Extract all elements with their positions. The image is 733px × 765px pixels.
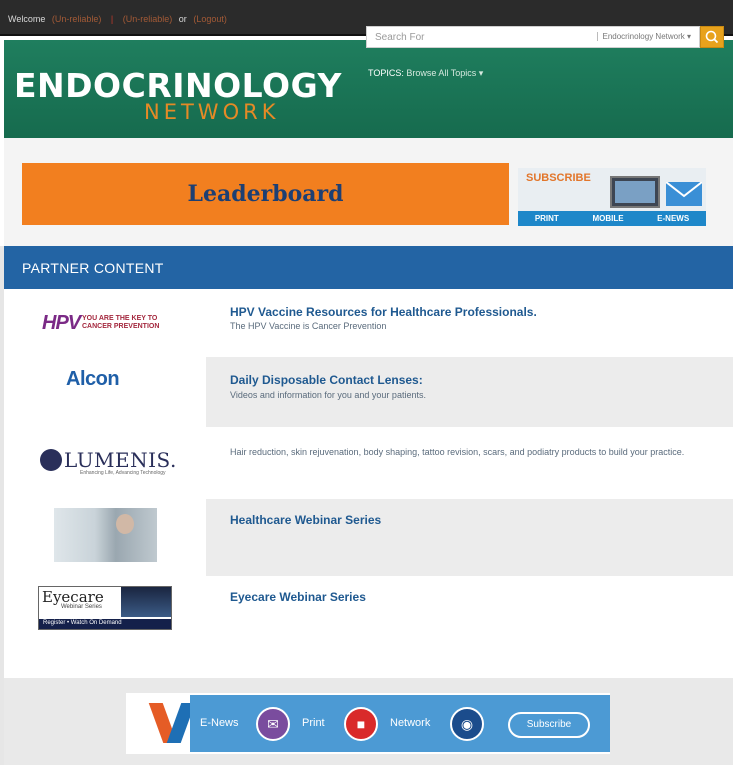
welcome-text: Welcome [8,14,46,24]
or-text: or [178,14,187,24]
enews-label[interactable]: E-News [200,717,239,729]
search-button[interactable] [700,26,724,48]
tablet-icon [610,176,660,208]
lumenis-logo-tagline: Enhancing Life, Advancing Technology [80,470,166,476]
eyecare-logo-subtitle: Webinar Series [61,604,102,610]
envelope-icon [665,181,703,206]
subscribe-button-label: Subscribe [526,719,572,730]
search-placeholder: Search For [375,32,425,43]
lumenis-logo[interactable]: LUMENIS. Enhancing Life, Advancing Techn… [40,443,177,476]
enews-panel: E-News ✉ Print ■ Network ◉ Subscribe [190,695,610,752]
leaderboard-ad[interactable]: Leaderboard [22,163,509,225]
search-icon [705,30,719,44]
hpv-logo-tagline: YOU ARE THE KEY TO CANCER PREVENTION [82,315,159,331]
welcome-line: Welcome (Un-reliable) | (Un-reliable) or… [8,14,231,24]
print-circle-button[interactable]: ■ [344,707,378,741]
subscribe-ad-title: SUBSCRIBE [526,172,591,184]
partner-row-hpv[interactable]: HPV Vaccine Resources for Healthcare Pro… [206,289,733,357]
topics-dropdown[interactable]: Browse All Topics ▾ [406,68,483,78]
account-link[interactable]: (Un-reliable) [52,14,102,24]
partner-row-title[interactable]: HPV Vaccine Resources for Healthcare Pro… [230,305,537,319]
hpv-logo-text: HPV [42,312,81,334]
subscribe-mobile: MOBILE [592,214,624,223]
alcon-logo[interactable]: Alcon [66,368,120,391]
partner-row-title[interactable]: Daily Disposable Contact Lenses: [230,373,423,387]
topics-label: TOPICS: [368,68,404,78]
topics-menu[interactable]: TOPICS: Browse All Topics ▾ [368,68,483,79]
eyecare-logo-bar: Register • Watch On Demand [39,619,171,629]
search-scope-select[interactable]: Endocrinology Network ▾ [596,32,691,41]
doctor-photo[interactable] [54,508,157,562]
subscribe-enews: E-NEWS [657,214,690,223]
print-label[interactable]: Print [302,717,325,729]
leaderboard-label: Leaderboard [187,181,344,207]
eyecare-logo-bar-text: Register • Watch On Demand [43,620,122,626]
eyecare-webinar-logo[interactable]: Eyecare Webinar Series Register • Watch … [38,586,172,630]
lumenis-logo-text: LUMENIS. [64,448,177,472]
subscribe-ad-bar: PRINT MOBILE E-NEWS [518,211,706,226]
search-input[interactable]: Search For Endocrinology Network ▾ [366,26,700,48]
hpv-logo-mark: HPV [42,312,81,335]
separator: | [110,14,114,24]
network-label[interactable]: Network [390,717,430,729]
hpv-tagline-line-2: CANCER PREVENTION [82,323,160,330]
enews-circle-button[interactable]: ✉ [256,707,290,741]
globe-icon: ◉ [460,716,474,732]
site-header: ENDOCRINOLOGY NETWORK [4,40,733,138]
subscribe-button[interactable]: Subscribe [508,712,590,738]
partner-row-title[interactable]: Eyecare Webinar Series [230,590,366,604]
network-x-logo [148,701,196,745]
hpv-logo[interactable]: HPV YOU ARE THE KEY TO CANCER PREVENTION [42,312,172,334]
partner-row-healthcare-webinar[interactable]: Healthcare Webinar Series [206,499,733,576]
lumenis-logo-mark [40,449,62,471]
site-logo-secondary[interactable]: NETWORK [144,100,279,124]
partner-row-description: The HPV Vaccine is Cancer Prevention [230,321,387,331]
partner-content-title: PARTNER CONTENT [22,260,164,276]
partner-row-title[interactable]: Healthcare Webinar Series [230,513,381,527]
logout-link[interactable]: (Logout) [193,14,227,24]
hpv-tagline-line-1: YOU ARE THE KEY TO [82,315,158,322]
subscribe-ad[interactable]: SUBSCRIBE PRINT MOBILE E-NEWS [518,168,706,226]
partner-row-description[interactable]: Hair reduction, skin rejuvenation, body … [230,445,730,460]
partner-row-lumenis[interactable]: Hair reduction, skin rejuvenation, body … [206,427,733,499]
network-circle-button[interactable]: ◉ [450,707,484,741]
partner-row-description: Videos and information for you and your … [230,390,426,400]
eye-image [121,587,171,617]
partner-row-eyecare-webinar[interactable]: Eyecare Webinar Series [206,576,733,645]
partner-row-alcon[interactable]: Daily Disposable Contact Lenses: Videos … [206,357,733,427]
magazine-icon: ■ [356,716,366,732]
envelope-icon: ✉ [267,716,279,732]
profile-link[interactable]: (Un-reliable) [123,14,173,24]
subscribe-print: PRINT [534,214,559,223]
enews-banner[interactable]: E-News ✉ Print ■ Network ◉ Subscribe [126,693,610,754]
partner-content-header: PARTNER CONTENT [4,246,733,289]
